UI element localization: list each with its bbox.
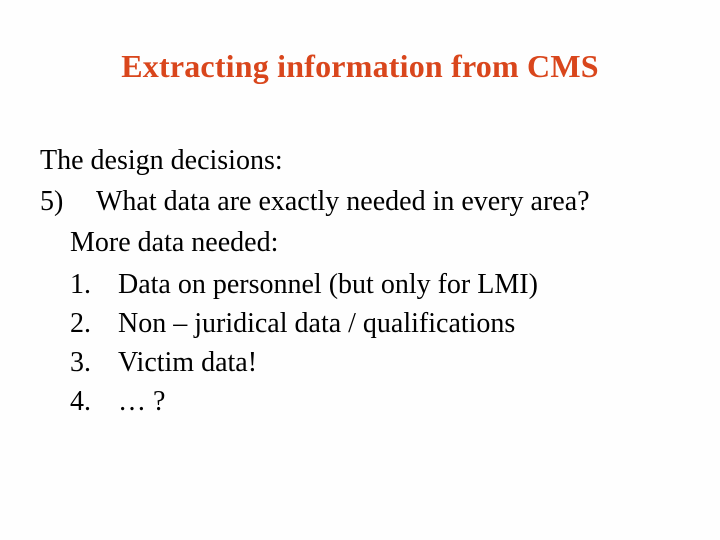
needed-list: 1. Data on personnel (but only for LMI) … — [40, 265, 680, 422]
question-row: 5) What data are exactly needed in every… — [40, 182, 680, 221]
slide-title: Extracting information from CMS — [40, 48, 680, 85]
list-text: … ? — [118, 382, 680, 421]
list-marker: 3. — [70, 343, 118, 382]
slide-body: The design decisions: 5) What data are e… — [40, 141, 680, 421]
sub-intro-line: More data needed: — [40, 223, 680, 262]
list-item: 1. Data on personnel (but only for LMI) — [70, 265, 680, 304]
question-marker: 5) — [40, 182, 96, 221]
list-item: 4. … ? — [70, 382, 680, 421]
list-marker: 2. — [70, 304, 118, 343]
list-item: 2. Non – juridical data / qualifications — [70, 304, 680, 343]
list-marker: 1. — [70, 265, 118, 304]
question-text: What data are exactly needed in every ar… — [96, 182, 680, 221]
list-text: Data on personnel (but only for LMI) — [118, 265, 680, 304]
list-item: 3. Victim data! — [70, 343, 680, 382]
list-marker: 4. — [70, 382, 118, 421]
list-text: Victim data! — [118, 343, 680, 382]
list-text: Non – juridical data / qualifications — [118, 304, 680, 343]
intro-line: The design decisions: — [40, 141, 680, 180]
